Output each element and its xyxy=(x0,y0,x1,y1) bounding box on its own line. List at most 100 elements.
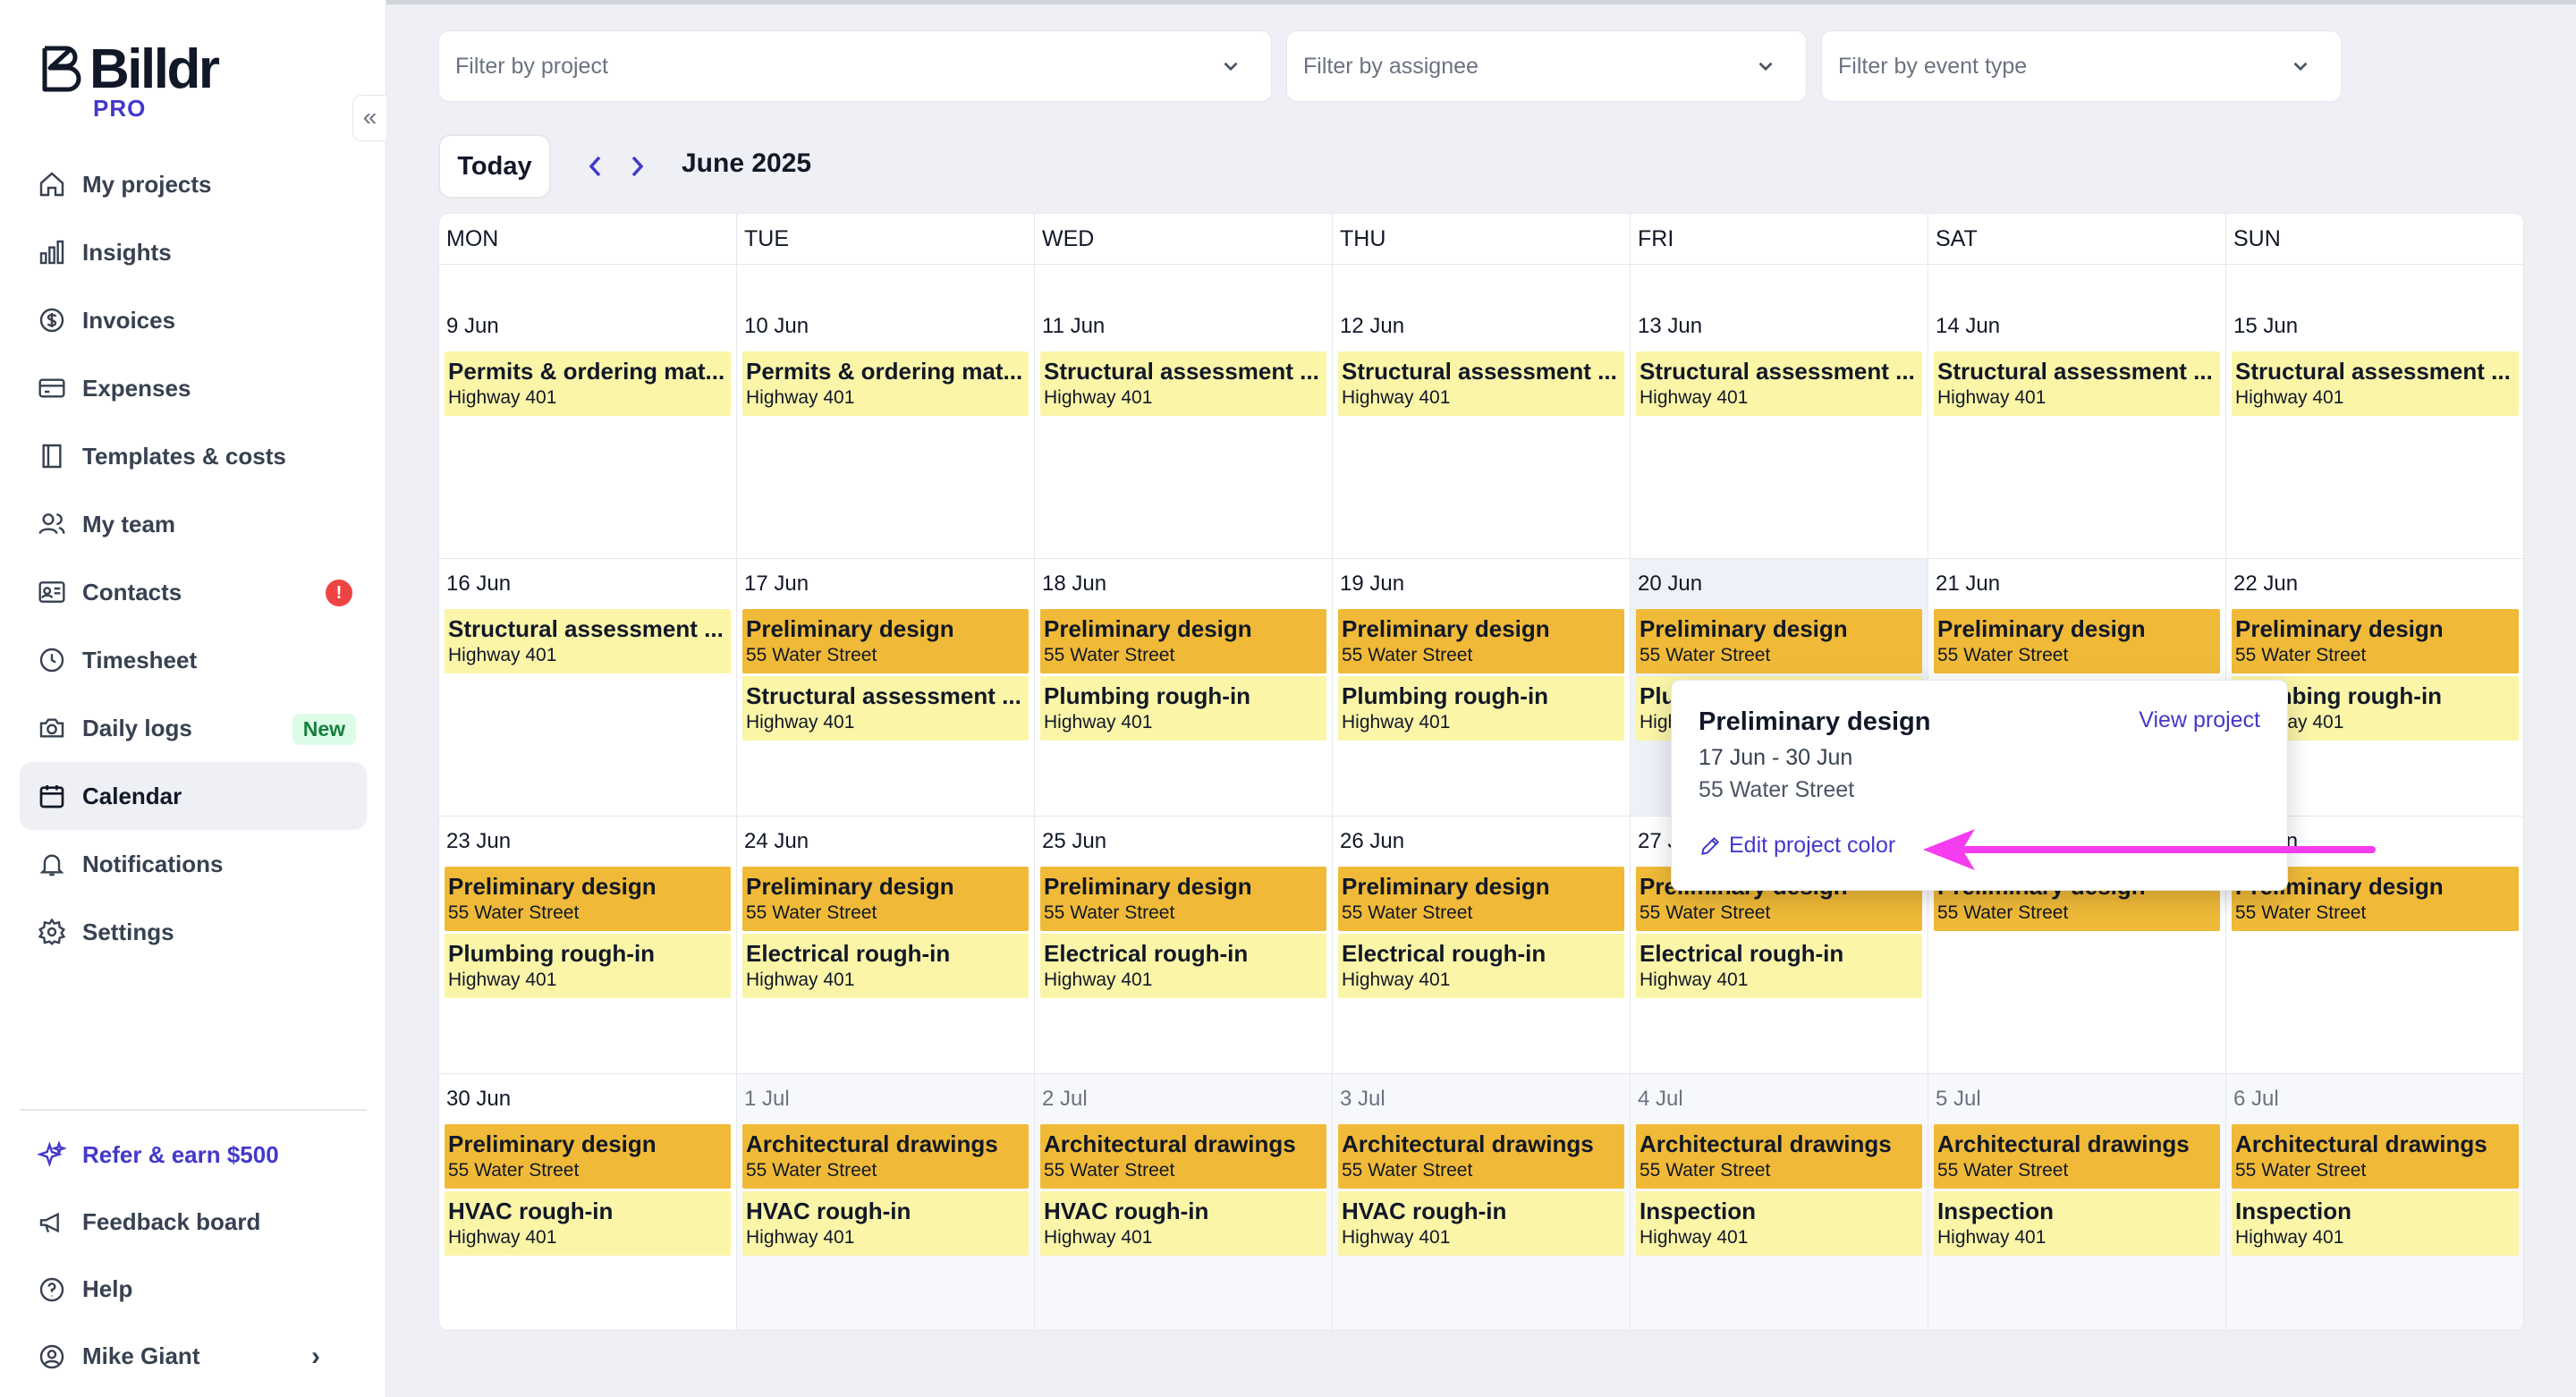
calendar-event[interactable]: Permits & ordering mat... Highway 401 xyxy=(742,351,1029,416)
day-number: 15 Jun xyxy=(2233,314,2299,338)
calendar-event[interactable]: Preliminary design55 Water Street xyxy=(1338,867,1624,931)
calendar-day-cell[interactable]: 11 Jun Structural assessment ... Highway 4… xyxy=(1035,301,1333,559)
calendar-event[interactable]: Architectural drawings 55 Water Street xyxy=(742,1124,1029,1189)
sidebar-item-my-team[interactable]: My team xyxy=(20,490,367,558)
event-project: 55 Water Street xyxy=(2235,1160,2367,1181)
calendar-day-cell[interactable]: 13 Jun Structural assessment ... Highway 4… xyxy=(1631,301,1928,559)
sidebar-item-templates-costs[interactable]: Templates & costs xyxy=(20,422,367,490)
sidebar-item-timesheet[interactable]: Timesheet xyxy=(20,626,367,694)
calendar-day-cell[interactable]: 30 Jun Preliminary design 55 Water Street H… xyxy=(439,1074,737,1330)
calendar-day-cell[interactable]: 26 Jun Preliminary design 55 Water Street E… xyxy=(1333,817,1631,1074)
calendar-day-cell[interactable]: 24 Jun Preliminary design 55 Water Street E… xyxy=(737,817,1035,1074)
calendar-event[interactable]: Preliminary design55 Water Street xyxy=(445,1124,731,1189)
day-number: 10 Jun xyxy=(744,314,809,338)
calendar-event[interactable]: Structural assessment ... Highway 401 xyxy=(2232,351,2519,416)
sidebar-item-invoices[interactable]: Invoices xyxy=(20,286,367,354)
calendar-day-cell[interactable]: 2 Jul Architectural drawings 55 Water Stre… xyxy=(1035,1074,1333,1330)
event-project: 55 Water Street xyxy=(1937,902,2069,923)
today-button[interactable]: Today xyxy=(438,134,551,199)
previous-month-button[interactable] xyxy=(585,152,606,185)
calendar-day-cell[interactable]: 10 Jun Permits & ordering mat... Highway 4… xyxy=(737,301,1035,559)
calendar-day-cell[interactable]: 23 Jun Preliminary design 55 Water Street P… xyxy=(439,817,737,1074)
calendar-event[interactable]: Preliminary design55 Water Street xyxy=(1040,867,1326,931)
sidebar-item-insights[interactable]: Insights xyxy=(20,218,367,286)
calendar-event[interactable]: Electrical rough-in Highway 401 xyxy=(1338,934,1624,998)
calendar-day-cell[interactable]: 5 Jul Architectural drawings 55 Water Stre… xyxy=(1928,1074,2226,1330)
event-project: 55 Water Street xyxy=(1342,645,1473,665)
calendar-event[interactable]: Architectural drawings 55 Water Street xyxy=(2232,1124,2519,1189)
calendar-event[interactable]: Preliminary design55 Water Street xyxy=(1636,609,1922,673)
event-type-filter-select[interactable]: Filter by event type xyxy=(1821,30,2342,102)
sidebar-item-calendar[interactable]: Calendar xyxy=(20,762,367,830)
calendar-event[interactable]: Architectural drawings 55 Water Street xyxy=(1338,1124,1624,1189)
calendar-event[interactable]: Structural assessment ... Highway 401 xyxy=(1934,351,2220,416)
next-month-button[interactable] xyxy=(626,152,648,185)
calendar-day-cell[interactable]: 4 Jul Architectural drawings 55 Water Stre… xyxy=(1631,1074,1928,1330)
calendar-event[interactable]: Structural assessment ... Highway 401 xyxy=(445,609,731,673)
calendar-day-cell[interactable]: 16 Jun Structural assessment ... Highway 4… xyxy=(439,559,737,817)
calendar-event[interactable]: Electrical rough-in Highway 401 xyxy=(742,934,1029,998)
calendar-event[interactable]: Architectural drawings 55 Water Street xyxy=(1636,1124,1922,1189)
calendar-day-cell[interactable]: 15 Jun Structural assessment ... Highway 4… xyxy=(2226,301,2523,559)
calendar-event[interactable]: Plumbing rough-inHighway 401 xyxy=(1040,676,1326,741)
calendar-event[interactable]: Preliminary design55 Water Street xyxy=(1934,609,2220,673)
sidebar-item-notifications[interactable]: Notifications xyxy=(20,830,367,898)
project-filter-select[interactable]: Filter by project xyxy=(438,30,1272,102)
calendar-event[interactable]: Inspection Highway 401 xyxy=(2232,1191,2519,1256)
calendar-event[interactable]: Plumbing rough-inHighway 401 xyxy=(445,934,731,998)
calendar-event[interactable]: Plumbing rough-inHighway 401 xyxy=(1338,676,1624,741)
calendar-day-cell[interactable]: 17 Jun Preliminary design 55 Water Street S… xyxy=(737,559,1035,817)
sidebar-item-settings[interactable]: Settings xyxy=(20,898,367,966)
calendar-day-cell[interactable]: 3 Jul Architectural drawings 55 Water Stre… xyxy=(1333,1074,1631,1330)
calendar-event[interactable]: Preliminary design55 Water Street xyxy=(445,867,731,931)
calendar-event[interactable]: HVAC rough-in Highway 401 xyxy=(1338,1191,1624,1256)
user-circle-icon xyxy=(36,1341,68,1373)
calendar-event[interactable]: Preliminary design55 Water Street xyxy=(2232,609,2519,673)
day-number: 2 Jul xyxy=(1042,1087,1088,1111)
calendar-event[interactable]: Preliminary design55 Water Street xyxy=(742,609,1029,673)
calendar-event[interactable]: Architectural drawings 55 Water Street xyxy=(1934,1124,2220,1189)
calendar-event[interactable]: Inspection Highway 401 xyxy=(1934,1191,2220,1256)
dollar-circle-icon xyxy=(36,304,68,336)
calendar-event[interactable]: Electrical rough-in Highway 401 xyxy=(1636,934,1922,998)
header-separator xyxy=(439,264,2523,265)
calendar-day-cell[interactable]: 12 Jun Structural assessment ... Highway 4… xyxy=(1333,301,1631,559)
calendar-event[interactable]: Preliminary design55 Water Street xyxy=(1040,609,1326,673)
refer-earn-link[interactable]: Refer & earn $500 xyxy=(20,1122,367,1189)
user-menu[interactable]: Mike Giant › xyxy=(20,1323,367,1390)
calendar-event[interactable]: Architectural drawings 55 Water Street xyxy=(1040,1124,1326,1189)
day-number: 14 Jun xyxy=(1936,314,2001,338)
collapse-sidebar-button[interactable]: « xyxy=(352,95,386,141)
calendar-event[interactable]: Electrical rough-in Highway 401 xyxy=(1040,934,1326,998)
edit-project-color-button[interactable]: Edit project color xyxy=(1699,833,1895,859)
calendar-event[interactable]: HVAC rough-in Highway 401 xyxy=(742,1191,1029,1256)
assignee-filter-select[interactable]: Filter by assignee xyxy=(1286,30,1807,102)
calendar-day-cell[interactable]: 18 Jun Preliminary design 55 Water Street P… xyxy=(1035,559,1333,817)
event-project: Highway 401 xyxy=(746,1227,855,1248)
calendar-day-cell[interactable]: 6 Jul Architectural drawings 55 Water Stre… xyxy=(2226,1074,2523,1330)
sidebar-item-expenses[interactable]: Expenses xyxy=(20,354,367,422)
calendar-event[interactable]: Structural assessment ... Highway 401 xyxy=(1338,351,1624,416)
feedback-board-link[interactable]: Feedback board xyxy=(20,1189,367,1256)
view-project-link[interactable]: View project xyxy=(2139,707,2260,733)
calendar-event[interactable]: Inspection Highway 401 xyxy=(1636,1191,1922,1256)
billdr-logo[interactable]: Billdr PRO xyxy=(39,39,236,122)
calendar-event[interactable]: Structural assessment ... Highway 401 xyxy=(742,676,1029,741)
calendar-event[interactable]: Preliminary design55 Water Street xyxy=(1338,609,1624,673)
help-link[interactable]: Help xyxy=(20,1256,367,1323)
sidebar-item-my-projects[interactable]: My projects xyxy=(20,150,367,218)
sidebar-item-contacts[interactable]: Contacts ! xyxy=(20,558,367,626)
calendar-day-cell[interactable]: 14 Jun Structural assessment ... Highway 4… xyxy=(1928,301,2226,559)
calendar-day-cell[interactable]: 9 Jun Permits & ordering mat... Highway 40… xyxy=(439,301,737,559)
calendar-day-cell[interactable]: 1 Jul Architectural drawings 55 Water Stre… xyxy=(737,1074,1035,1330)
calendar-event[interactable]: HVAC rough-in Highway 401 xyxy=(1040,1191,1326,1256)
calendar-event[interactable]: Structural assessment ... Highway 401 xyxy=(1040,351,1326,416)
calendar-day-cell[interactable]: 25 Jun Preliminary design 55 Water Street E… xyxy=(1035,817,1333,1074)
calendar-event[interactable]: HVAC rough-in Highway 401 xyxy=(445,1191,731,1256)
calendar-event[interactable]: Preliminary design55 Water Street xyxy=(742,867,1029,931)
calendar-event[interactable]: Structural assessment ... Highway 401 xyxy=(1636,351,1922,416)
sidebar-item-daily-logs[interactable]: Daily logs New xyxy=(20,694,367,762)
sidebar-item-label: Settings xyxy=(82,918,174,945)
calendar-day-cell[interactable]: 19 Jun Preliminary design 55 Water Street P… xyxy=(1333,559,1631,817)
calendar-event[interactable]: Permits & ordering mat... Highway 401 xyxy=(445,351,731,416)
